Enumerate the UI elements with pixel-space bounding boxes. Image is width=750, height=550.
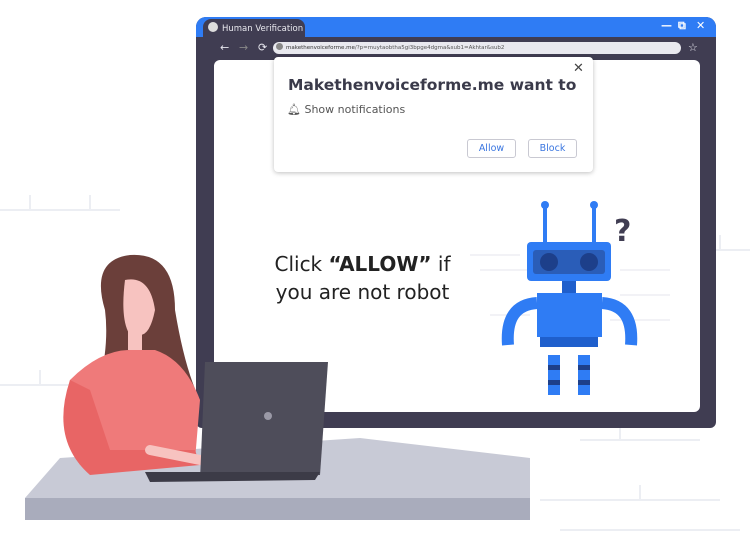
- reload-button[interactable]: ⟳: [258, 41, 267, 54]
- bell-icon: 🔔︎: [287, 103, 301, 116]
- lock-icon: [276, 43, 283, 50]
- allow-button[interactable]: Allow: [467, 139, 516, 158]
- tab-title: Human Verification: [222, 24, 304, 34]
- block-button[interactable]: Block: [528, 139, 577, 158]
- title-bar: Human Verification — ⧉ ✕: [196, 17, 716, 39]
- close-window-button[interactable]: ✕: [696, 19, 705, 32]
- popup-title: Makethenvoiceforme.me want to: [288, 76, 577, 94]
- back-button[interactable]: ←: [220, 41, 229, 54]
- notification-permission-popup: Makethenvoiceforme.me want to ✕ 🔔︎ Show …: [274, 57, 593, 172]
- laptop-logo: [264, 412, 272, 420]
- nav-bar: ← → ⟳ makethenvoiceforme.me/?p=muytaobth…: [196, 37, 716, 59]
- laptop-lid: [200, 362, 328, 480]
- url-path: /?p=muytaobtha5gi3bpge4dgma&sub1=Akhtar&…: [354, 45, 505, 51]
- minimize-button[interactable]: —: [661, 19, 672, 32]
- permission-row: 🔔︎ Show notifications: [287, 103, 405, 116]
- address-bar[interactable]: makethenvoiceforme.me/?p=muytaobtha5gi3b…: [273, 42, 681, 54]
- popup-close-icon[interactable]: ✕: [573, 61, 584, 76]
- browser-tab[interactable]: Human Verification: [203, 19, 305, 39]
- permission-label: Show notifications: [304, 103, 406, 116]
- question-mark: ?: [614, 214, 631, 249]
- restore-button[interactable]: ⧉: [678, 19, 686, 33]
- woman-laptop-illustration: [25, 254, 530, 520]
- globe-icon: [208, 22, 218, 32]
- forward-button[interactable]: →: [239, 41, 248, 54]
- bookmark-star-icon[interactable]: ☆: [688, 41, 698, 54]
- url-domain: makethenvoiceforme.me: [286, 45, 355, 51]
